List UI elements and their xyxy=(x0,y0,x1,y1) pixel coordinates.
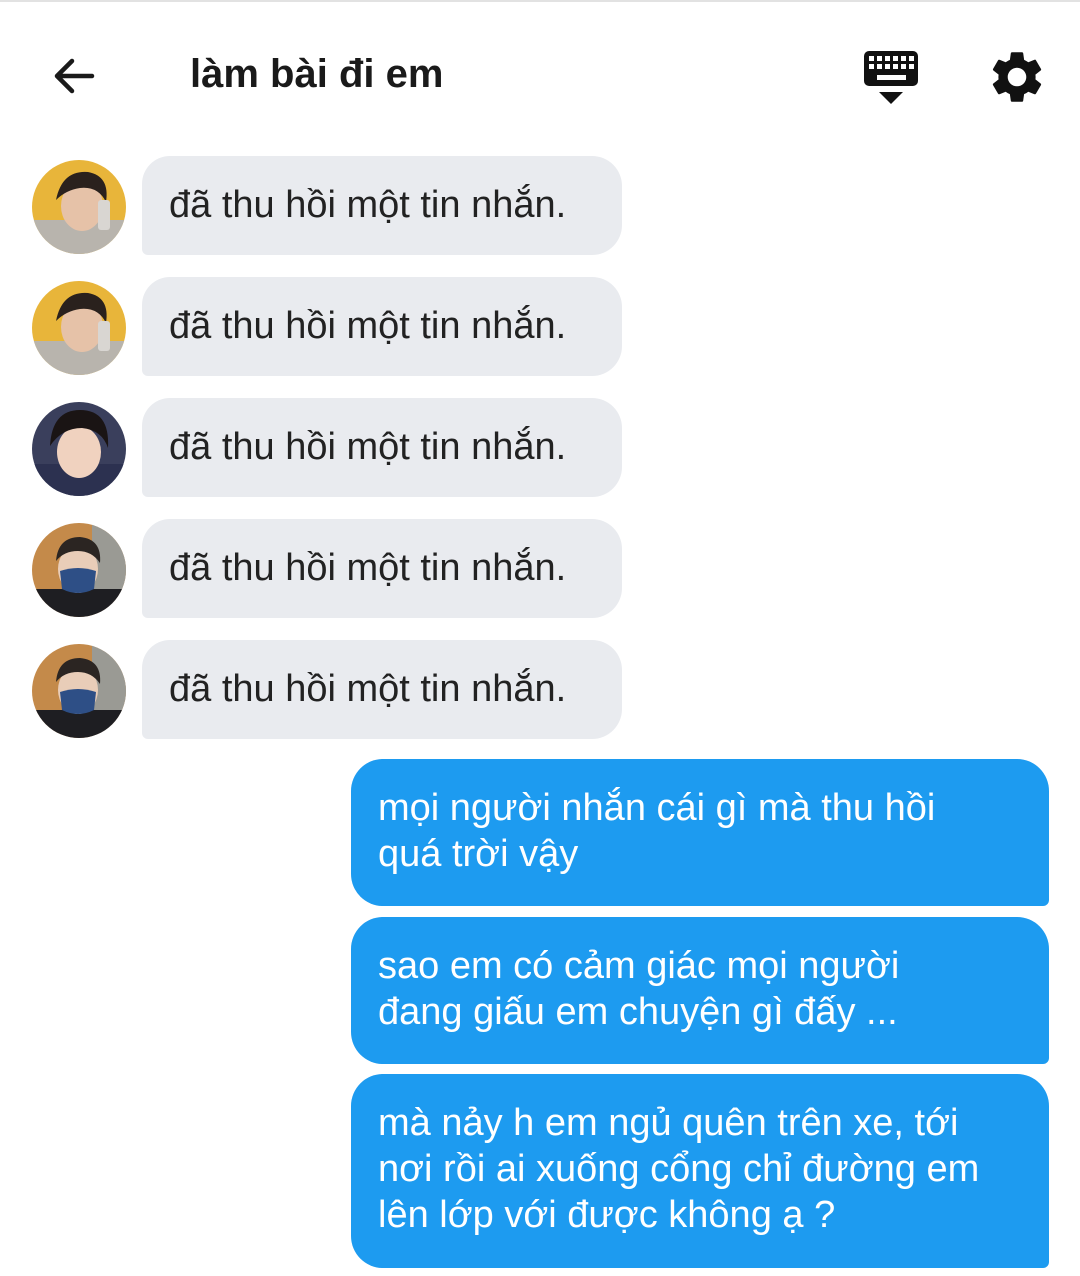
keyboard-button[interactable] xyxy=(858,48,924,110)
message-text: đã thu hồi một tin nhắn. xyxy=(169,184,567,226)
message-text: đã thu hồi một tin nhắn. xyxy=(169,305,567,347)
outgoing-message-bubble[interactable]: mọi người nhắn cái gì mà thu hồi quá trờ… xyxy=(351,759,1049,906)
sender-avatar[interactable] xyxy=(32,160,126,254)
sender-avatar[interactable] xyxy=(32,523,126,617)
keyboard-hide-icon xyxy=(864,51,918,104)
message-text-line: quá trời vậy xyxy=(378,833,579,875)
sender-avatar[interactable] xyxy=(32,644,126,738)
outgoing-message-bubble[interactable]: mà nảy h em ngủ quên trên xe, tới nơi rồ… xyxy=(351,1074,1049,1268)
message-text-line: lên lớp với được không ạ ? xyxy=(378,1194,836,1236)
message-text-line: sao em có cảm giác mọi người xyxy=(378,945,900,987)
incoming-message-bubble[interactable]: đã thu hồi một tin nhắn. xyxy=(142,640,622,739)
outgoing-message-bubble[interactable]: sao em có cảm giác mọi người đang giấu e… xyxy=(351,917,1049,1064)
arrow-left-icon xyxy=(54,58,95,94)
chat-header: làm bài đi em xyxy=(0,2,1080,142)
back-button[interactable] xyxy=(44,46,104,106)
incoming-message-bubble[interactable]: đã thu hồi một tin nhắn. xyxy=(142,519,622,618)
incoming-message-bubble[interactable]: đã thu hồi một tin nhắn. xyxy=(142,398,622,497)
message-text-line: mà nảy h em ngủ quên trên xe, tới xyxy=(378,1102,959,1144)
message-text-line: mọi người nhắn cái gì mà thu hồi xyxy=(378,787,936,829)
message-text: đã thu hồi một tin nhắn. xyxy=(169,668,567,710)
message-text-line: nơi rồi ai xuống cổng chỉ đường em xyxy=(378,1148,980,1190)
sender-avatar[interactable] xyxy=(32,281,126,375)
message-text: đã thu hồi một tin nhắn. xyxy=(169,426,567,468)
message-text-line: đang giấu em chuyện gì đấy ... xyxy=(378,991,898,1033)
conversation-title: làm bài đi em xyxy=(190,52,444,96)
gear-icon xyxy=(992,52,1042,102)
message-text: đã thu hồi một tin nhắn. xyxy=(169,547,567,589)
sender-avatar[interactable] xyxy=(32,402,126,496)
settings-button[interactable] xyxy=(986,46,1048,108)
incoming-message-bubble[interactable]: đã thu hồi một tin nhắn. xyxy=(142,156,622,255)
incoming-message-bubble[interactable]: đã thu hồi một tin nhắn. xyxy=(142,277,622,376)
